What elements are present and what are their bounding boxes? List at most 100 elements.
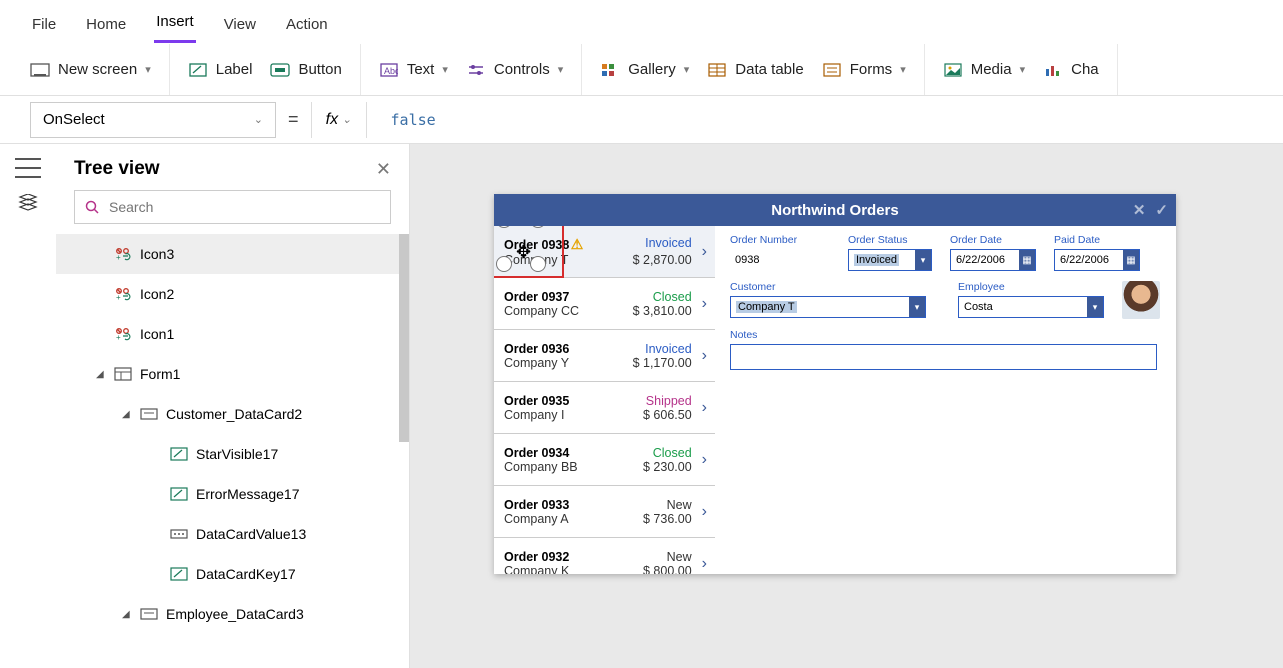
order-row[interactable]: Order 0932NewCompany K$ 800.00› [494, 538, 715, 574]
formula-input[interactable]: false [379, 102, 1253, 138]
label-button[interactable]: Label [188, 61, 253, 78]
selection-handles[interactable]: ✥ [494, 226, 564, 278]
order-row[interactable]: Order 0935ShippedCompany I$ 606.50› [494, 382, 715, 434]
app-title-bar: Northwind Orders ✕ ✓ [494, 194, 1176, 226]
menu-view[interactable]: View [222, 8, 258, 43]
datatable-icon [707, 62, 727, 78]
node-icon [170, 567, 188, 581]
scrollbar[interactable] [399, 234, 409, 442]
media-label: Media [971, 61, 1012, 78]
chart-icon [1043, 62, 1063, 78]
tree-item[interactable]: + Icon1 [56, 314, 409, 354]
tree-item[interactable]: ◢ Customer_DataCard2 [56, 394, 409, 434]
orderdate-picker[interactable]: 6/22/2006▦ [950, 249, 1036, 271]
tree-view-icon[interactable] [17, 194, 39, 212]
expand-icon[interactable]: ◢ [122, 409, 132, 420]
tree-view-panel: Tree view ✕ +Icon3+Icon2+Icon1◢Form1◢Cus… [56, 144, 410, 668]
chevron-down-icon: ▾ [1020, 63, 1026, 76]
expand-icon[interactable]: ◢ [122, 609, 132, 620]
chevron-right-icon[interactable]: › [698, 347, 711, 365]
order-row[interactable]: Order 0937ClosedCompany CC$ 3,810.00› [494, 278, 715, 330]
menubar: File Home Insert View Action [0, 0, 1283, 44]
order-row[interactable]: Order 0934ClosedCompany BB$ 230.00› [494, 434, 715, 486]
notes-input[interactable] [730, 344, 1157, 370]
ordernum-value: 0938 [730, 249, 830, 271]
accept-icon[interactable]: ✓ [1155, 201, 1168, 219]
tree-item-label: Icon3 [140, 246, 174, 262]
menu-action[interactable]: Action [284, 8, 330, 43]
tree-item[interactable]: ErrorMessage17 [56, 474, 409, 514]
tree-item[interactable]: +Icon2 [56, 274, 409, 314]
chevron-down-icon: ▾ [909, 297, 925, 317]
property-selector[interactable]: OnSelect ⌄ [30, 102, 276, 138]
tree-item[interactable]: DataCardValue13 [56, 514, 409, 554]
chevron-right-icon[interactable]: › [698, 503, 711, 521]
label-icon [188, 62, 208, 78]
search-box[interactable] [74, 190, 391, 224]
employee-dropdown[interactable]: Costa▾ [958, 296, 1104, 318]
forms-button[interactable]: Forms ▾ [822, 61, 906, 78]
media-icon [943, 62, 963, 78]
text-button[interactable]: Abc Text ▾ [379, 61, 448, 78]
tree-item[interactable]: ◢ Employee_DataCard3 [56, 594, 409, 634]
node-icon [140, 607, 158, 621]
button-button[interactable]: Button [270, 61, 341, 78]
move-icon[interactable]: ✥ [516, 242, 531, 263]
new-screen-label: New screen [58, 61, 137, 78]
chevron-down-icon: ▾ [558, 63, 564, 76]
label-label: Label [216, 61, 253, 78]
paiddate-picker[interactable]: 6/22/2006▦ [1054, 249, 1140, 271]
node-icon [170, 487, 188, 501]
search-icon [85, 200, 99, 214]
main-area: Tree view ✕ +Icon3+Icon2+Icon1◢Form1◢Cus… [0, 144, 1283, 668]
tree-item-label: Form1 [140, 366, 180, 382]
chevron-right-icon[interactable]: › [698, 451, 711, 469]
tree-item[interactable]: + Icon3 [56, 234, 409, 274]
hamburger-icon[interactable] [15, 158, 41, 178]
formula-bar: OnSelect ⌄ = fx ⌄ false [0, 96, 1283, 144]
menu-file[interactable]: File [30, 8, 58, 43]
gallery-button[interactable]: Gallery ▾ [600, 61, 689, 78]
tree-item[interactable]: ◢ Form1 [56, 354, 409, 394]
text-label: Text [407, 61, 435, 78]
chart-button[interactable]: Cha [1043, 61, 1099, 78]
chevron-right-icon[interactable]: › [698, 399, 711, 417]
chevron-right-icon[interactable]: › [698, 243, 711, 261]
order-gallery[interactable]: ✥Order 0938 ⚠InvoicedCompany T$ 2,870.00… [494, 226, 716, 574]
chevron-right-icon[interactable]: › [698, 555, 711, 573]
text-icon: Abc [379, 62, 399, 78]
expand-icon[interactable]: ◢ [96, 369, 106, 380]
tree-item-label: Customer_DataCard2 [166, 406, 302, 422]
tree-item-label: Employee_DataCard3 [166, 606, 304, 622]
tree-item[interactable]: DataCardKey17 [56, 554, 409, 594]
chevron-down-icon: ▾ [915, 250, 931, 270]
equals-sign: = [288, 109, 299, 130]
gallery-icon [600, 62, 620, 78]
chevron-right-icon[interactable]: › [698, 295, 711, 313]
menu-insert[interactable]: Insert [154, 5, 196, 43]
customer-dropdown[interactable]: Company T▾ [730, 296, 926, 318]
calendar-icon: ▦ [1123, 250, 1139, 270]
ordernum-label: Order Number [730, 234, 830, 246]
canvas[interactable]: Northwind Orders ✕ ✓ ✥Order 0938 ⚠Invoic… [410, 144, 1283, 668]
status-dropdown[interactable]: Invoiced▾ [848, 249, 932, 271]
node-icon: + [114, 247, 132, 261]
tree-item[interactable]: StarVisible17 [56, 434, 409, 474]
svg-text:Abc: Abc [384, 66, 398, 76]
close-icon[interactable]: ✕ [376, 159, 391, 180]
status-label: Order Status [848, 234, 932, 246]
menu-home[interactable]: Home [84, 8, 128, 43]
controls-button[interactable]: Controls ▾ [466, 61, 563, 78]
datatable-button[interactable]: Data table [707, 61, 803, 78]
svg-text:+: + [116, 333, 121, 341]
cancel-icon[interactable]: ✕ [1133, 201, 1146, 219]
fx-label[interactable]: fx ⌄ [311, 102, 367, 138]
order-row[interactable]: Order 0936InvoicedCompany Y$ 1,170.00› [494, 330, 715, 382]
tree-item-label: Icon1 [140, 326, 174, 342]
new-screen-button[interactable]: New screen ▾ [30, 61, 151, 78]
media-button[interactable]: Media ▾ [943, 61, 1025, 78]
search-input[interactable] [107, 198, 380, 216]
order-row[interactable]: ✥Order 0938 ⚠InvoicedCompany T$ 2,870.00… [494, 226, 715, 278]
order-row[interactable]: Order 0933NewCompany A$ 736.00› [494, 486, 715, 538]
order-form: Order Number 0938 Order Status Invoiced▾… [716, 226, 1176, 574]
